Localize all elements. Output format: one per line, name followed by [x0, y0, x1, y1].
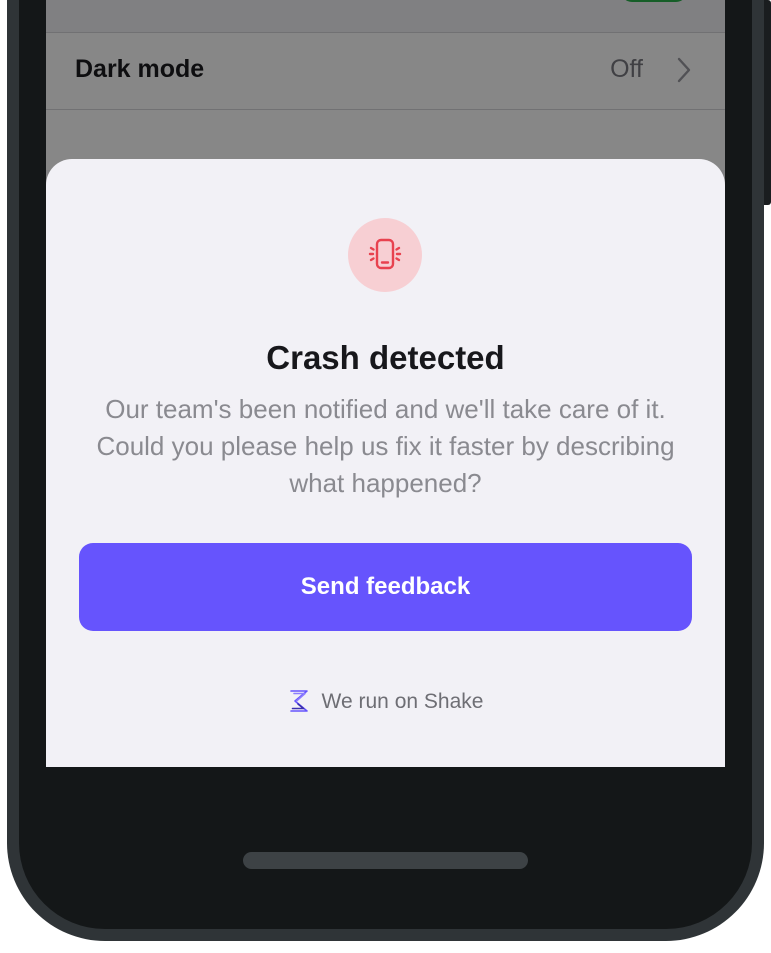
crash-report-sheet: Crash detected Our team's been notified …	[46, 159, 725, 767]
sheet-message: Our team's been notified and we'll take …	[96, 394, 675, 498]
home-indicator[interactable]	[243, 852, 528, 869]
shake-branding-link[interactable]: We run on Shake	[46, 689, 725, 714]
phone-shake-icon	[348, 218, 422, 292]
phone-shake-icon-graphic	[368, 238, 402, 270]
send-feedback-button[interactable]: Send feedback	[79, 543, 692, 631]
sheet-title: Crash detected	[266, 339, 505, 376]
device-frame: Dark mode Off Crash detected Our team's …	[0, 0, 771, 953]
app-screen: Dark mode Off Crash detected Our team's …	[46, 0, 725, 767]
shake-logo-icon	[289, 690, 308, 712]
branding-text: We run on Shake	[321, 690, 484, 713]
device-side-button	[763, 0, 771, 205]
